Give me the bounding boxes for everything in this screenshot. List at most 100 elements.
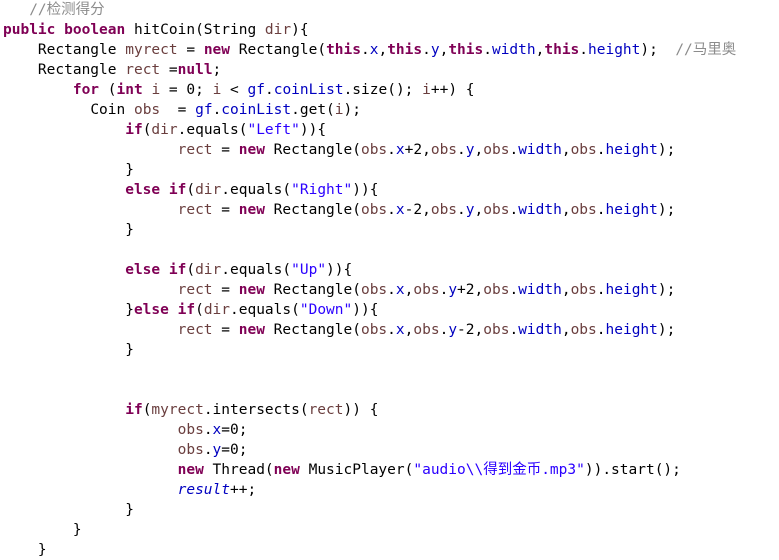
code-token-comment: //马里奥 (675, 42, 737, 58)
code-token-keyword: this (448, 42, 484, 58)
code-line: Rectangle myrect = new Rectangle(this.x,… (0, 40, 779, 60)
code-token-plain: } (72, 522, 82, 538)
code-token-plain: )) { (343, 402, 379, 418)
code-line: } (0, 540, 779, 560)
code-token-plain: =0; (221, 422, 248, 438)
code-token-plain: Rectangle( (264, 142, 361, 158)
code-token-string: "Right" (291, 182, 353, 198)
code-token-string: "Up" (291, 262, 327, 278)
code-token-plain: = 0; (160, 82, 213, 98)
code-token-plain: .get( (291, 102, 335, 118)
code-token-plain: , (561, 322, 571, 338)
code-token-plain: =0; (221, 442, 248, 458)
code-token-field: coinList (273, 82, 344, 98)
code-token-field: width (491, 42, 536, 58)
code-token-plain: .equals( (221, 182, 292, 198)
code-token-keyword: new (177, 462, 204, 478)
code-token-keyword: new (238, 142, 265, 158)
code-line: rect = new Rectangle(obs.x,obs.y-2,obs.w… (0, 320, 779, 340)
code-token-plain: . (264, 82, 274, 98)
code-token-plain: ); (657, 202, 676, 218)
code-line: Coin obs = gf.coinList.get(i); (0, 100, 779, 120)
code-token-local: obs (430, 142, 458, 158)
code-token-local: obs (413, 282, 440, 298)
code-token-keyword: this (544, 42, 580, 58)
code-token-field: x (395, 142, 405, 158)
code-token-plain: hitCoin(String (125, 22, 265, 38)
code-token-plain: } (125, 502, 134, 518)
code-token-plain: +2, (457, 282, 484, 298)
code-token-plain: . (212, 102, 222, 118)
code-token-plain: . (203, 442, 213, 458)
code-token-plain: Rectangle( (264, 282, 361, 298)
code-token-local: rect (177, 282, 213, 298)
code-token-plain: )){ (299, 122, 327, 138)
code-token-local: obs (360, 142, 388, 158)
code-token-plain: .size(); (343, 82, 423, 98)
code-token-keyword: new (238, 322, 265, 338)
code-token-local: dir (151, 122, 178, 138)
code-token-plain: . (387, 282, 396, 298)
code-token-keyword: if (168, 182, 187, 198)
code-token-plain: ( (195, 302, 204, 318)
code-token-local: obs (133, 102, 161, 118)
code-token-plain: } (125, 342, 134, 358)
code-token-plain: Rectangle( (230, 42, 327, 58)
code-token-keyword: null (177, 62, 213, 78)
code-lines-container[interactable]: //检测得分 public boolean hitCoin(String dir)… (0, 0, 779, 560)
code-token-local: myrect (151, 402, 204, 418)
code-line: } (0, 520, 779, 540)
code-token-plain: . (509, 322, 519, 338)
code-token-local: obs (570, 322, 597, 338)
code-token-plain: ++) { (430, 82, 475, 98)
code-token-plain: , (561, 202, 571, 218)
code-token-local: rect (177, 202, 213, 218)
code-token-field: y (448, 322, 458, 338)
code-token-field: height (605, 282, 658, 298)
code-token-field: height (605, 322, 658, 338)
code-token-plain: -2, (457, 322, 484, 338)
code-token-field: width (518, 322, 562, 338)
code-token-plain: } (37, 542, 47, 558)
code-token-plain: .intersects( (203, 402, 309, 418)
code-token-plain: ++; (230, 482, 257, 498)
code-token-plain: ( (99, 82, 117, 98)
code-line: else if(dir.equals("Right")){ (0, 180, 779, 200)
code-token-string: "audio\\得到金币.mp3" (413, 462, 585, 478)
code-token-string: "Down" (299, 302, 353, 318)
code-token-plain: .equals( (221, 262, 292, 278)
code-token-plain: . (596, 142, 606, 158)
code-token-plain: = (212, 322, 239, 338)
code-token-plain: +2, (404, 142, 431, 158)
code-token-local: obs (177, 422, 204, 438)
code-line: } (0, 340, 779, 360)
code-token-local: i (422, 82, 431, 98)
code-token-plain: ; (212, 62, 222, 78)
code-line: } (0, 500, 779, 520)
code-line: } (0, 160, 779, 180)
code-token-plain: . (457, 142, 466, 158)
code-token-keyword: int (116, 82, 143, 98)
code-token-plain: , (474, 142, 484, 158)
code-token-local: obs (177, 442, 204, 458)
code-token-plain: ); (640, 42, 676, 58)
code-token-field: width (518, 142, 562, 158)
code-token-plain: . (483, 42, 492, 58)
code-token-plain: Rectangle (37, 42, 126, 58)
code-token-plain: } (125, 162, 134, 178)
code-token-keyword: public (3, 22, 56, 38)
code-token-plain: )){ (352, 182, 379, 198)
code-token-plain: = (212, 282, 239, 298)
code-editor-view[interactable]: //检测得分 public boolean hitCoin(String dir)… (0, 0, 779, 558)
code-token-plain: . (509, 202, 519, 218)
code-token-plain: ( (186, 182, 196, 198)
code-token-field: x (212, 422, 222, 438)
code-token-field: height (588, 42, 641, 58)
code-token-plain: ); (657, 282, 676, 298)
code-token-keyword: if (177, 302, 196, 318)
